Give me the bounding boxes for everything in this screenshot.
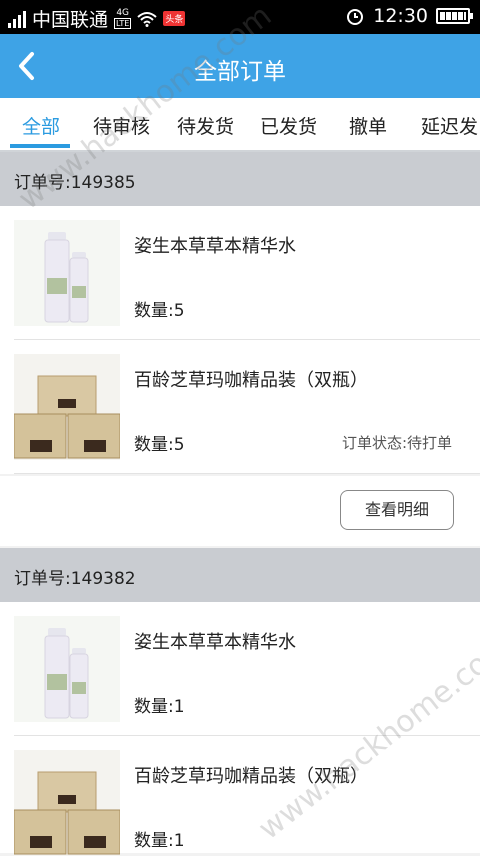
order-number: 订单号:149385 [14,173,136,193]
product-name: 百龄芝草玛咖精品装（双瓶） [134,370,368,391]
status-bar: 中国联通 4G LTE 头条 12:30 [0,0,480,34]
tab-all[interactable]: 全部 [22,112,60,139]
order-header: 订单号:149382 [0,548,480,602]
order-status: 订单状态:待打单 [341,434,452,452]
wifi-icon [137,11,157,27]
maca-box-image [14,750,120,856]
divider [14,473,480,474]
maca-box-image [14,354,120,460]
app-header: 全部订单 [0,34,480,98]
view-details-button[interactable]: 查看明细 [340,490,454,530]
product-name: 姿生本草草本精华水 [134,632,296,653]
tab-cancelled[interactable]: 撤单 [349,112,387,139]
product-name: 姿生本草草本精华水 [134,236,296,257]
network-indicator: 4G LTE [114,7,132,29]
order-item[interactable]: 姿生本草草本精华水 数量:1 [0,602,480,736]
page-title: 全部订单 [194,59,286,85]
order-number: 订单号:149382 [14,569,136,589]
product-quantity: 数量:5 [134,301,185,321]
product-quantity: 数量:1 [134,697,185,717]
signal-icon [8,10,26,28]
tab-delayed[interactable]: 延迟发 [421,112,478,139]
order-tabs: 全部 待审核 待发货 已发货 撤单 延迟发 [0,98,480,152]
product-quantity: 数量:1 [134,831,185,851]
order-item[interactable]: 百龄芝草玛咖精品装（双瓶） 数量:1 [0,736,480,856]
news-badge: 头条 [163,11,186,26]
active-tab-indicator [10,144,70,148]
clock: 12:30 [373,5,428,27]
order-header: 订单号:149385 [0,152,480,206]
tab-shipped[interactable]: 已发货 [260,112,317,139]
serum-bottle-image [14,616,120,722]
serum-bottle-image [14,220,120,326]
battery-icon [436,8,473,24]
order-footer: 查看明细 [0,476,480,546]
product-quantity: 数量:5 [134,435,185,455]
order-item[interactable]: 姿生本草草本精华水 数量:5 [0,206,480,340]
product-name: 百龄芝草玛咖精品装（双瓶） [134,766,368,787]
carrier-label: 中国联通 [32,9,109,31]
tab-pending-shipment[interactable]: 待发货 [177,112,234,139]
tab-pending-review[interactable]: 待审核 [93,112,150,139]
alarm-icon [347,9,364,25]
order-item[interactable]: 百龄芝草玛咖精品装（双瓶） 数量:5 订单状态:待打单 [0,340,480,474]
